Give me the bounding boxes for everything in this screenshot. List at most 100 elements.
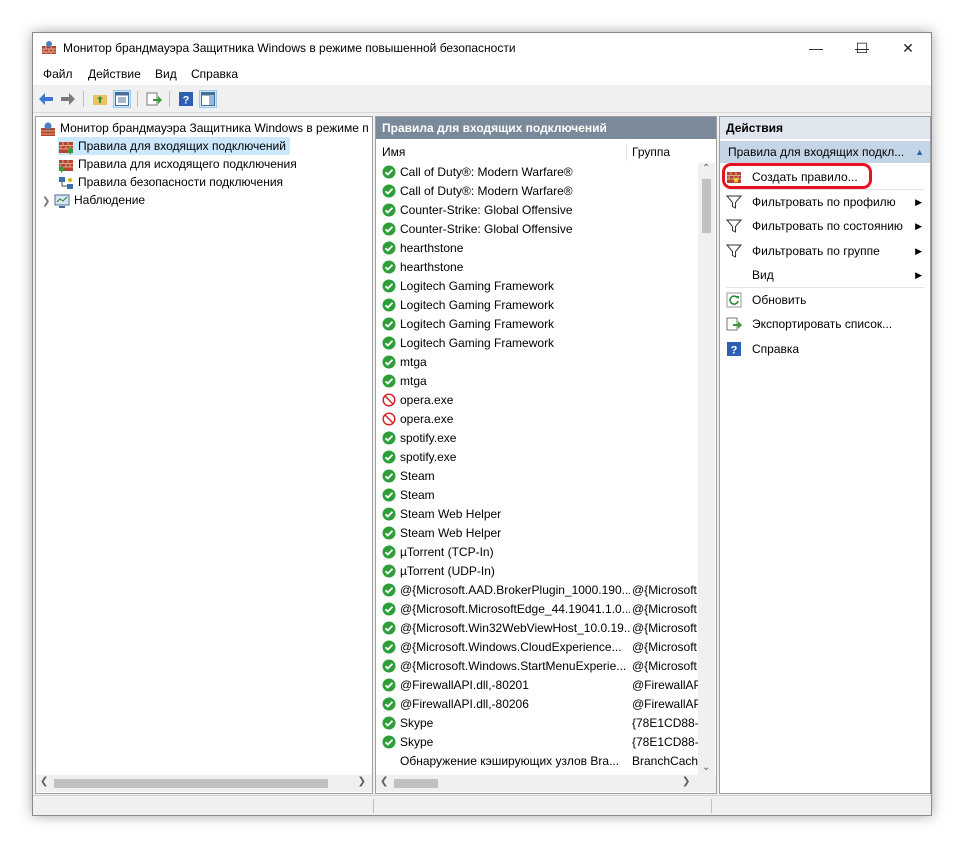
rules-scroll-thumb[interactable]: [702, 179, 711, 233]
rule-group: BranchCach: [632, 754, 699, 768]
minimize-button-visible[interactable]: —: [793, 33, 839, 63]
allow-check-icon: [382, 545, 396, 559]
toolbar-separator: [137, 91, 138, 107]
scroll-up-icon[interactable]: ⌃: [702, 163, 710, 174]
inbound-rules-icon: [59, 141, 73, 155]
rule-name: hearthstone: [400, 260, 464, 274]
rule-name: Counter-Strike: Global Offensive: [400, 222, 573, 236]
column-header-group[interactable]: Группа: [632, 141, 696, 163]
allow-check-icon: [382, 716, 396, 730]
scroll-down-icon[interactable]: ⌄: [702, 762, 710, 773]
tree-security-label: Правила безопасности подключения: [78, 175, 284, 189]
tree-scroll-thumb[interactable]: [54, 779, 328, 788]
tree-item-inbound[interactable]: Правила для входящих подключений: [58, 137, 290, 155]
folder-up-icon: [93, 95, 107, 105]
export-icon: [146, 92, 162, 106]
rule-group: @{Microsoft: [632, 583, 697, 597]
rule-name: @{Microsoft.Windows.CloudExperience...: [400, 640, 622, 654]
block-icon: [382, 412, 396, 426]
rule-name: Logitech Gaming Framework: [400, 317, 555, 331]
toolbar-separator: [83, 91, 84, 107]
close-icon: ✕: [902, 39, 914, 56]
menu-help[interactable]: Справка: [191, 67, 238, 81]
actions-subheader[interactable]: Правила для входящих подкл... ▲: [720, 141, 930, 163]
rule-group: @{Microsoft: [632, 602, 697, 616]
column-divider[interactable]: [626, 143, 627, 161]
block-icon: [382, 393, 396, 407]
tree-root[interactable]: Монитор брандмауэра Защитника Windows в …: [40, 119, 369, 137]
submenu-arrow-icon: ▶: [915, 270, 922, 280]
tree-inbound-label: Правила для входящих подключений: [78, 139, 286, 153]
rule-name: @{Microsoft.AAD.BrokerPlugin_1000.190...: [400, 583, 630, 597]
menu-action[interactable]: Действие: [88, 67, 141, 81]
tree-item-monitoring[interactable]: ❯ Наблюдение: [42, 191, 145, 209]
action-label: Вид: [752, 268, 774, 282]
rules-hscroll-thumb[interactable]: [394, 779, 438, 788]
rule-group: @{Microsoft: [632, 621, 697, 635]
scroll-right-icon[interactable]: ❯: [358, 776, 366, 787]
action-export-list[interactable]: Экспортировать список...: [720, 312, 930, 336]
action-refresh[interactable]: Обновить: [720, 288, 930, 312]
rules-vertical-scrollbar[interactable]: ⌃ ⌄: [698, 163, 715, 775]
rule-name: spotify.exe: [400, 431, 457, 445]
action-view[interactable]: Вид ▶: [720, 263, 930, 287]
scroll-left-icon[interactable]: ❮: [40, 776, 48, 787]
menu-view[interactable]: Вид: [155, 67, 177, 81]
filter-icon: [726, 219, 742, 233]
tree-root-label: Монитор брандмауэра Защитника Windows в …: [60, 121, 369, 135]
allow-check-icon: [382, 336, 396, 350]
filter-icon: [726, 244, 742, 258]
tree-item-security-rules[interactable]: Правила безопасности подключения: [58, 173, 283, 191]
svg-text:?: ?: [731, 344, 738, 356]
rule-name: Logitech Gaming Framework: [400, 298, 555, 312]
action-filter-state[interactable]: Фильтровать по состоянию ▶: [720, 214, 930, 238]
close-button[interactable]: ✕: [885, 33, 931, 63]
firewall-monitor-icon: [41, 122, 55, 136]
status-segment: [373, 799, 374, 813]
allow-check-icon: [382, 507, 396, 521]
menu-file[interactable]: Файл: [43, 67, 73, 81]
window-title: Монитор брандмауэра Защитника Windows в …: [63, 41, 516, 55]
allow-check-icon: [382, 469, 396, 483]
back-button[interactable]: [37, 90, 55, 108]
up-folder-button[interactable]: [91, 90, 109, 108]
help-icon: ?: [179, 92, 193, 107]
rule-name: @{Microsoft.Windows.StartMenuExperie...: [400, 659, 627, 673]
show-hide-action-pane-button[interactable]: [199, 90, 217, 108]
expand-chevron-icon[interactable]: ❯: [42, 193, 54, 211]
rule-name: µTorrent (UDP-In): [400, 564, 495, 578]
scroll-left-icon[interactable]: ❮: [380, 776, 388, 787]
rule-group: @FirewallAP: [632, 678, 700, 692]
allow-check-icon: [382, 678, 396, 692]
action-filter-group[interactable]: Фильтровать по группе ▶: [720, 239, 930, 263]
allow-check-icon: [382, 374, 396, 388]
actions-subheader-label: Правила для входящих подкл...: [728, 145, 905, 159]
rule-name: spotify.exe: [400, 450, 457, 464]
console-tree-pane: Монитор брандмауэра Защитника Windows в …: [35, 116, 373, 794]
maximize-button[interactable]: ☐: [839, 33, 885, 63]
rules-horizontal-scrollbar[interactable]: ❮ ❯: [376, 775, 716, 792]
rule-name: mtga: [400, 374, 427, 388]
highlight-outline: [722, 163, 872, 189]
rule-name: Steam Web Helper: [400, 507, 502, 521]
tree-horizontal-scrollbar[interactable]: ❮ ❯: [36, 775, 372, 792]
rule-name: opera.exe: [400, 393, 454, 407]
show-hide-tree-button[interactable]: [113, 90, 131, 108]
allow-check-icon: [382, 697, 396, 711]
tree-item-outbound[interactable]: Правила для исходящего подключения: [58, 155, 297, 173]
collapse-triangle-icon[interactable]: ▲: [915, 141, 924, 163]
action-pane-icon: [201, 92, 215, 106]
action-filter-profile[interactable]: Фильтровать по профилю ▶: [720, 190, 930, 214]
column-header-name[interactable]: Имя: [382, 141, 622, 163]
forward-button[interactable]: [59, 90, 77, 108]
firewall-window: Монитор брандмауэра Защитника Windows в …: [32, 32, 932, 816]
allow-check-icon: [382, 431, 396, 445]
submenu-arrow-icon: ▶: [915, 221, 922, 231]
tree-outbound-label: Правила для исходящего подключения: [78, 157, 297, 171]
export-list-button[interactable]: [145, 90, 163, 108]
export-icon: [726, 317, 742, 331]
help-toolbar-button[interactable]: ?: [177, 90, 195, 108]
scroll-right-icon[interactable]: ❯: [682, 776, 690, 787]
action-help[interactable]: ? Справка: [720, 337, 930, 361]
rule-group: @FirewallAP: [632, 697, 700, 711]
